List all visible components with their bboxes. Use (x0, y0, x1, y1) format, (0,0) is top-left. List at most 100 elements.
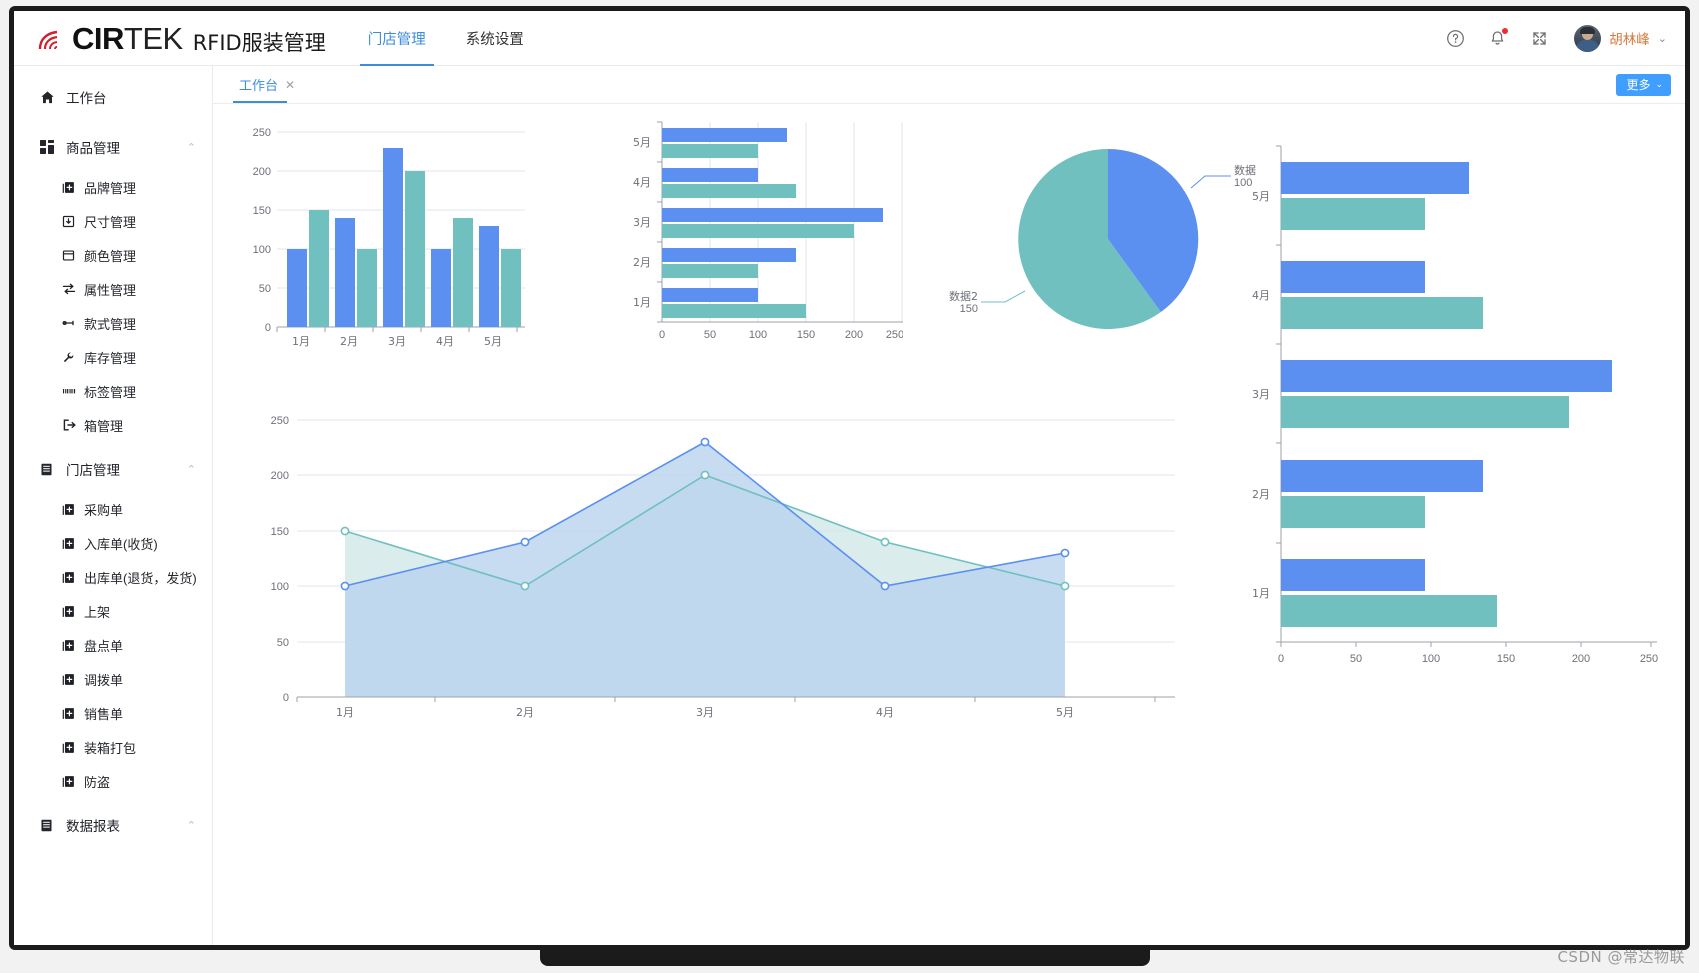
monitor-bezel: CIRTEK RFID服装管理 门店管理 系统设置 (9, 6, 1690, 950)
sidebar-group-store-management[interactable]: 门店管理 ⌃ (14, 452, 212, 486)
svg-text:100: 100 (253, 244, 271, 256)
svg-text:5月: 5月 (484, 335, 502, 348)
sidebar-item-style-management[interactable]: 款式管理 (14, 306, 212, 340)
svg-text:0: 0 (265, 322, 271, 334)
more-label: 更多 (1626, 76, 1650, 93)
sidebar-item-stocktaking-order[interactable]: 盘点单 (14, 628, 212, 662)
list-icon (40, 819, 62, 832)
svg-text:150: 150 (253, 205, 271, 217)
x-tick-marks (277, 327, 517, 332)
sidebar-item-workbench[interactable]: 工作台 (14, 80, 212, 114)
sidebar-item-purchase-order[interactable]: 采购单 (14, 492, 212, 526)
chevron-up-icon: ⌃ (187, 819, 196, 832)
add-box-icon (62, 571, 82, 584)
header-actions: 胡林峰 ⌄ (1444, 25, 1667, 52)
wrench-icon (62, 351, 82, 364)
y-tick-marks (657, 122, 662, 322)
bell-icon[interactable] (1486, 27, 1508, 49)
page-tabstrip: 工作台 ✕ 更多 ⌄ (213, 66, 1685, 104)
svg-text:1月: 1月 (292, 335, 310, 348)
sidebar-item-brand-management[interactable]: 品牌管理 (14, 170, 212, 204)
brand-text: CIRTEK (72, 23, 183, 54)
svg-text:4月: 4月 (876, 706, 894, 719)
sidebar-label: 门店管理 (66, 459, 120, 479)
svg-text:3月: 3月 (633, 216, 651, 229)
add-box-icon (62, 605, 82, 618)
sidebar-item-box-management[interactable]: 箱管理 (14, 408, 212, 442)
close-icon[interactable]: ✕ (285, 78, 295, 92)
notification-badge (1502, 28, 1508, 34)
ruler-icon (62, 316, 82, 330)
x-tick-labels: 0 50 100 150 200 250 (659, 329, 903, 341)
brand-subtitle: RFID服装管理 (193, 33, 326, 54)
page-tab-workbench[interactable]: 工作台 ✕ (229, 66, 305, 103)
sidebar-item-inbound-order[interactable]: 入库单(收货) (14, 526, 212, 560)
page-tab-label: 工作台 (239, 75, 278, 94)
svg-text:1月: 1月 (633, 296, 651, 309)
sidebar-item-transfer-order[interactable]: 调拨单 (14, 662, 212, 696)
brand-bold: CIR (72, 21, 124, 56)
sidebar-item-tag-management[interactable]: 标签管理 (14, 374, 212, 408)
chart-pie[interactable]: 数据2 150 数据 100 (943, 124, 1273, 354)
chart-area-line[interactable]: 250 200 150 100 50 0 (235, 404, 1205, 724)
svg-text:2月: 2月 (340, 335, 358, 348)
pie-slices (1018, 149, 1198, 329)
more-button[interactable]: 更多 ⌄ (1616, 74, 1671, 96)
svg-text:3月: 3月 (1252, 388, 1270, 401)
sidebar-label: 防盗 (84, 772, 110, 791)
svg-text:250: 250 (886, 329, 903, 341)
user-name: 胡林峰 (1609, 28, 1650, 48)
help-circle-icon[interactable] (1444, 27, 1466, 49)
x-tick-labels: 1月 2月 3月 4月 5月 (292, 335, 502, 348)
x-tick-labels: 1月 2月 3月 4月 5月 (336, 706, 1074, 719)
svg-text:100: 100 (749, 329, 767, 341)
svg-text:50: 50 (277, 637, 289, 649)
sidebar-label: 入库单(收货) (84, 534, 158, 553)
chart-pie-svg: 数据2 150 数据 100 (943, 124, 1273, 354)
topnav-label: 系统设置 (466, 28, 524, 49)
svg-text:1月: 1月 (336, 706, 354, 719)
svg-text:150: 150 (960, 303, 978, 315)
svg-text:5月: 5月 (1056, 706, 1074, 719)
sidebar-item-packing[interactable]: 装箱打包 (14, 730, 212, 764)
sidebar-group-product-management[interactable]: 商品管理 ⌃ (14, 130, 212, 164)
chart-bar-horizontal-small[interactable]: 5月 4月 3月 2月 1月 (613, 114, 903, 354)
sidebar-label: 品牌管理 (84, 178, 136, 197)
sidebar-item-color-management[interactable]: 颜色管理 (14, 238, 212, 272)
add-box-icon (62, 673, 82, 686)
list-icon (40, 463, 62, 476)
topnav-item-store-management[interactable]: 门店管理 (352, 11, 442, 66)
y-tick-labels: 250 200 150 100 50 0 (253, 127, 271, 334)
app-header: CIRTEK RFID服装管理 门店管理 系统设置 (14, 11, 1685, 66)
add-box-icon (62, 741, 82, 754)
add-box-icon (62, 639, 82, 652)
fullscreen-icon[interactable] (1528, 27, 1550, 49)
user-menu[interactable]: 胡林峰 ⌄ (1574, 25, 1667, 52)
svg-text:5月: 5月 (1252, 190, 1270, 203)
sidebar-item-inventory-management[interactable]: 库存管理 (14, 340, 212, 374)
pie-label-leaders-2 (1191, 176, 1231, 188)
svg-text:5月: 5月 (633, 136, 651, 149)
sidebar-item-attribute-management[interactable]: 属性管理 (14, 272, 212, 306)
topnav-item-system-settings[interactable]: 系统设置 (450, 11, 540, 66)
chart-bar-vertical-svg: 250 200 150 100 50 0 (235, 114, 545, 354)
add-box-icon (62, 503, 82, 516)
top-navigation: 门店管理 系统设置 (352, 11, 540, 66)
sidebar-item-shelving[interactable]: 上架 (14, 594, 212, 628)
sidebar-item-size-management[interactable]: 尺寸管理 (14, 204, 212, 238)
sidebar-label: 盘点单 (84, 636, 123, 655)
sidebar-label: 标签管理 (84, 382, 136, 401)
sidebar-item-anti-theft[interactable]: 防盗 (14, 764, 212, 798)
sidebar-item-sales-order[interactable]: 销售单 (14, 696, 212, 730)
download-box-icon (62, 215, 82, 228)
svg-text:50: 50 (704, 329, 716, 341)
sidebar-item-outbound-order[interactable]: 出库单(退货，发货) (14, 560, 212, 594)
sidebar-group-data-report[interactable]: 数据报表 ⌃ (14, 808, 212, 842)
svg-text:100: 100 (1422, 653, 1440, 665)
sidebar-label: 颜色管理 (84, 246, 136, 265)
brand-logo[interactable]: CIRTEK RFID服装管理 (36, 23, 326, 54)
chart-bar-vertical[interactable]: 250 200 150 100 50 0 (235, 114, 545, 354)
sidebar-label: 属性管理 (84, 280, 136, 299)
chart-bar-horizontal-tall[interactable]: 5月 4月 3月 2月 1月 (1243, 134, 1658, 694)
svg-text:2月: 2月 (633, 256, 651, 269)
